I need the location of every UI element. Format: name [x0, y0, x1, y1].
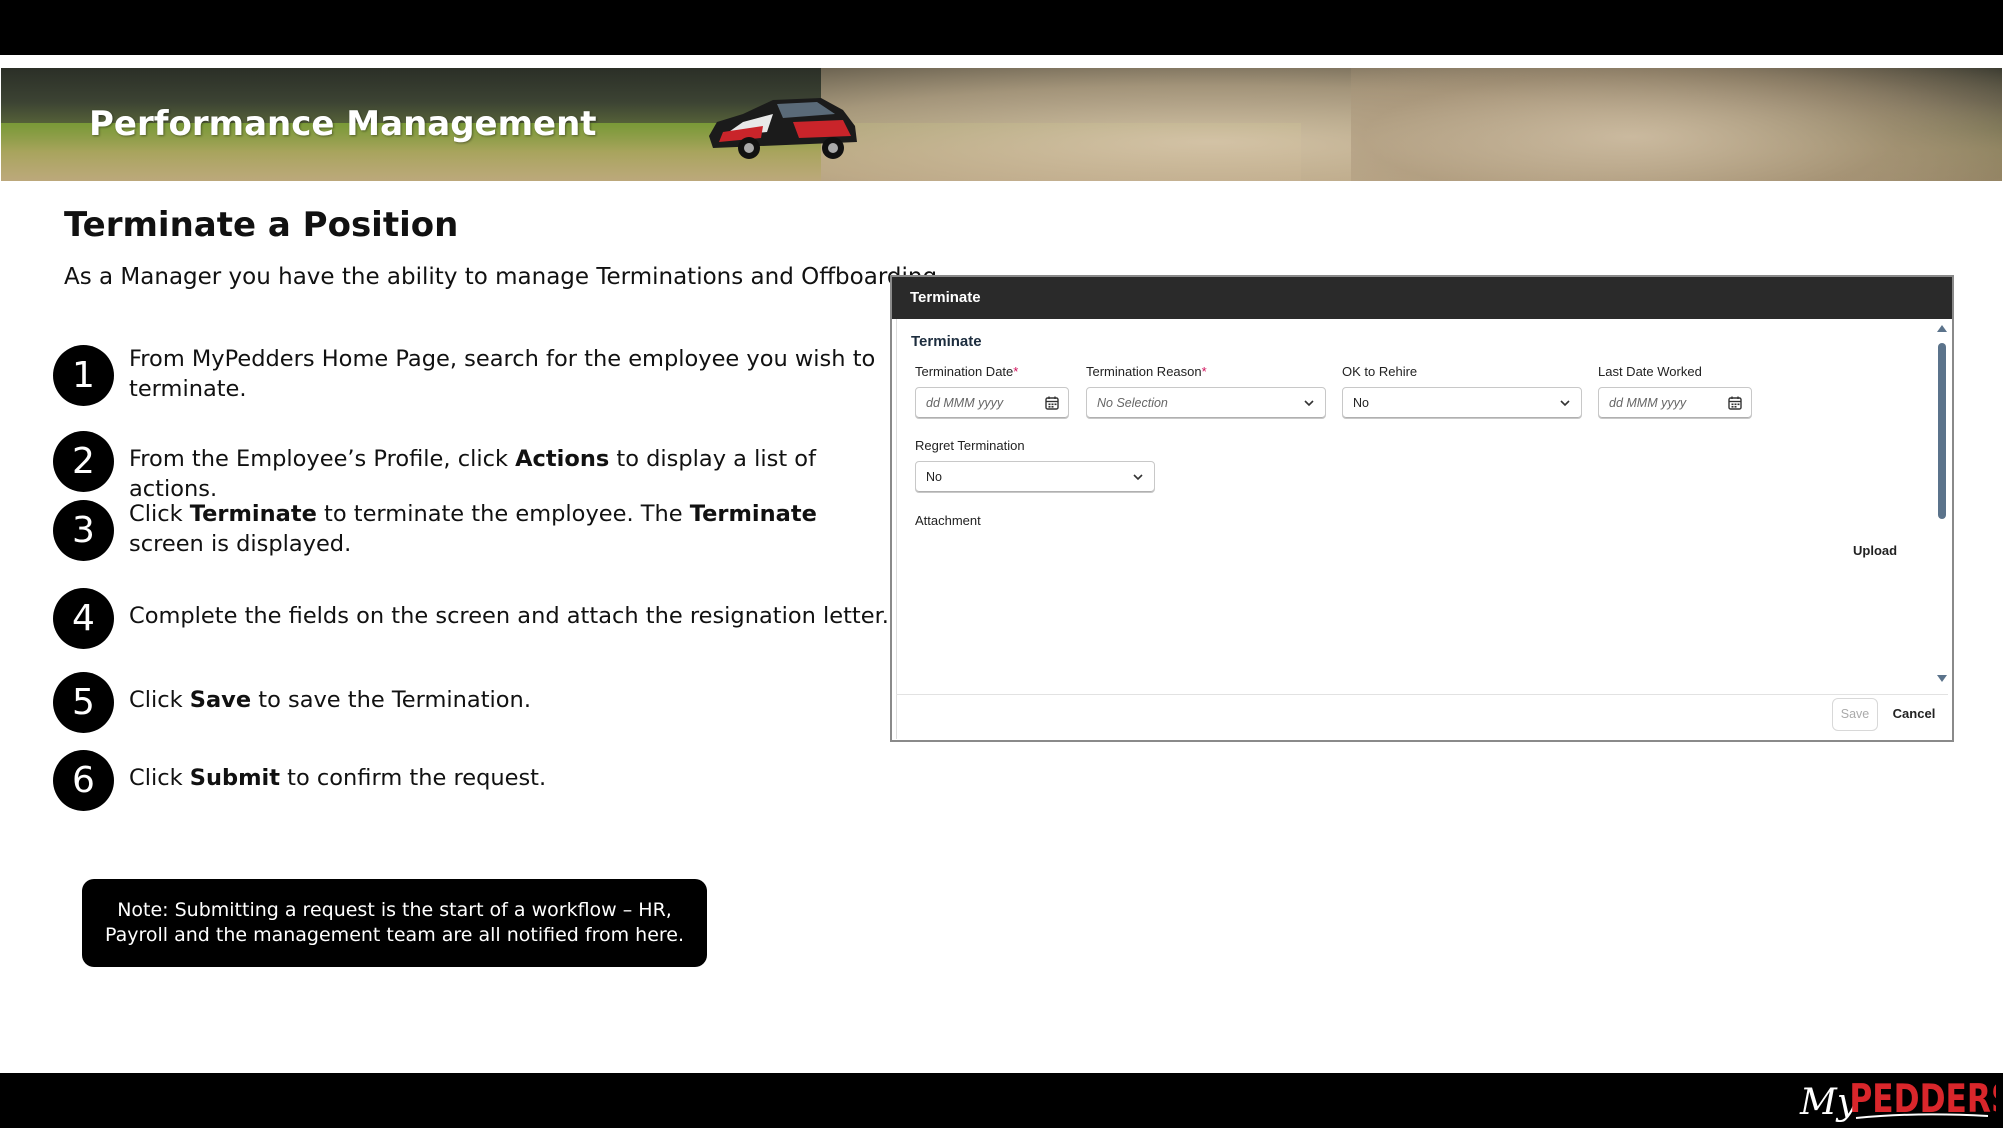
step-keyword: Save: [189, 687, 252, 713]
chevron-down-icon: [1133, 474, 1143, 481]
step-text-part: to confirm the request.: [280, 765, 547, 791]
chevron-down-icon: [1304, 400, 1314, 407]
termination-date-label: Termination Date*: [915, 364, 1019, 379]
step-number: 2: [53, 431, 114, 492]
terminate-dialog-screenshot: Terminate Terminate Termination Date* dd…: [890, 275, 1954, 742]
save-button[interactable]: Save: [1832, 698, 1878, 731]
scroll-down-icon[interactable]: [1937, 675, 1947, 682]
note-box: Note: Submitting a request is the start …: [82, 879, 707, 967]
step-keyword: Submit: [189, 765, 281, 791]
step-text-part: From MyPedders Home Page, search for the…: [129, 346, 876, 402]
step-text: From MyPedders Home Page, search for the…: [129, 344, 889, 404]
calendar-icon[interactable]: [1044, 395, 1060, 411]
ok-to-rehire-select[interactable]: No: [1342, 387, 1582, 419]
chevron-down-icon: [1560, 400, 1570, 407]
scroll-thumb[interactable]: [1938, 343, 1946, 519]
attachment-label: Attachment: [915, 513, 981, 528]
dialog-header: Terminate: [892, 277, 1952, 319]
step-text-part: Click: [129, 501, 190, 527]
dialog-scrollbar[interactable]: [1937, 325, 1947, 685]
termination-date-field[interactable]: dd MMM yyyy: [915, 387, 1069, 419]
termination-reason-select[interactable]: No Selection: [1086, 387, 1326, 419]
step-text-part: Click: [129, 687, 190, 713]
mypedders-logo: My PEDDERS: [1799, 1077, 1996, 1123]
calendar-icon[interactable]: [1727, 395, 1743, 411]
step-text-part: From the Employee’s Profile, click: [129, 446, 516, 472]
step-text-part: Complete the fields on the screen and at…: [129, 603, 889, 629]
step-number: 3: [53, 500, 114, 561]
last-date-worked-label: Last Date Worked: [1598, 364, 1702, 379]
step-text: Click Submit to confirm the request.: [129, 763, 889, 793]
section-title: Terminate: [911, 333, 982, 350]
step-text: Complete the fields on the screen and at…: [129, 601, 889, 631]
rally-car-image: [709, 98, 857, 159]
intro-text: As a Manager you have the ability to man…: [64, 264, 938, 290]
regret-termination-label: Regret Termination: [915, 438, 1025, 453]
step-keyword: Terminate: [689, 501, 817, 527]
step-text: From the Employee’s Profile, click Actio…: [129, 444, 889, 504]
banner-title: Performance Management: [89, 104, 597, 144]
scroll-up-icon[interactable]: [1937, 325, 1947, 332]
last-date-worked-field[interactable]: dd MMM yyyy: [1598, 387, 1752, 419]
step-number: 5: [53, 672, 114, 733]
step-number: 4: [53, 588, 114, 649]
step-text-part: to terminate the employee. The: [316, 501, 690, 527]
step-keyword: Actions: [515, 446, 610, 472]
dialog-footer: Save Cancel: [896, 694, 1948, 738]
step-text-part: screen is displayed.: [129, 531, 352, 557]
banner: Performance Management: [1, 68, 2002, 181]
cancel-button[interactable]: Cancel: [1888, 698, 1940, 731]
dialog-body: Terminate Termination Date* dd MMM yyyy …: [896, 319, 1948, 739]
regret-termination-select[interactable]: No: [915, 461, 1155, 493]
step-text-part: Click: [129, 765, 190, 791]
upload-button[interactable]: Upload: [1853, 543, 1897, 558]
bottom-bar: [0, 1073, 2003, 1128]
top-bar: [0, 0, 2003, 55]
page-title: Terminate a Position: [64, 205, 459, 245]
step-keyword: Terminate: [189, 501, 317, 527]
ok-to-rehire-label: OK to Rehire: [1342, 364, 1418, 379]
step-number: 1: [53, 345, 114, 406]
step-number: 6: [53, 750, 114, 811]
step-text: Click Save to save the Termination.: [129, 685, 889, 715]
banner-dust-image-2: [1351, 68, 2002, 181]
termination-reason-label: Termination Reason*: [1086, 364, 1207, 379]
step-text: Click Terminate to terminate the employe…: [129, 499, 889, 559]
dialog-title: Terminate: [910, 289, 981, 306]
step-text-part: to save the Termination.: [251, 687, 531, 713]
